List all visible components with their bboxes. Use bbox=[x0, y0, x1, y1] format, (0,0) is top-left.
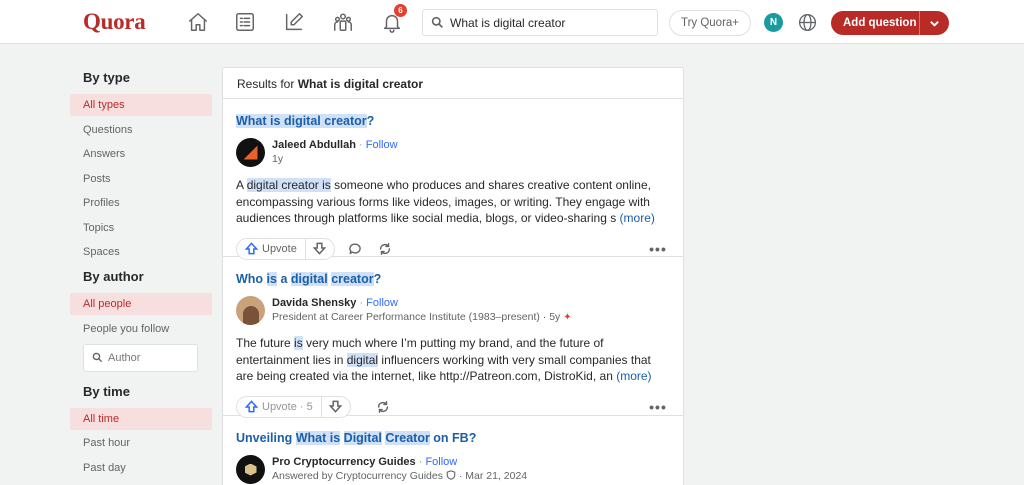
search-input[interactable] bbox=[450, 15, 650, 30]
filter-past-day[interactable]: Past day bbox=[70, 457, 212, 479]
answer-preview[interactable]: The future is very much where I’m puttin… bbox=[236, 335, 669, 385]
downvote-arrow-icon bbox=[329, 400, 343, 413]
more-options-icon[interactable]: ••• bbox=[647, 397, 669, 417]
notification-badge: 6 bbox=[394, 4, 407, 17]
filter-all-types[interactable]: All types bbox=[70, 94, 212, 116]
author-name[interactable]: Davida Shensky bbox=[272, 297, 356, 309]
more-options-icon[interactable]: ••• bbox=[647, 239, 669, 259]
notifications-bell-icon[interactable]: 6 bbox=[380, 4, 407, 34]
upvote-button[interactable]: Upvote · 5 bbox=[237, 395, 322, 418]
answer-date: · Mar 21, 2024 bbox=[458, 470, 528, 482]
filter-profiles[interactable]: Profiles bbox=[70, 192, 212, 214]
downvote-button[interactable] bbox=[306, 238, 334, 260]
spaces-icon[interactable] bbox=[331, 10, 355, 34]
answer-preview[interactable]: A digital creator is someone who produce… bbox=[236, 177, 669, 227]
filter-past-hour[interactable]: Past hour bbox=[70, 432, 212, 454]
question-title-link[interactable]: Unveiling What is Digital Creator on FB? bbox=[236, 430, 669, 446]
question-title-link[interactable]: What is digital creator? bbox=[236, 113, 669, 129]
filter-all-people[interactable]: All people bbox=[70, 293, 212, 315]
filter-answers[interactable]: Answers bbox=[70, 143, 212, 165]
answer-pencil-icon[interactable] bbox=[282, 10, 306, 34]
vote-group: Upvote bbox=[236, 237, 335, 260]
avatar-person-icon bbox=[242, 305, 259, 325]
upvote-arrow-icon bbox=[245, 242, 258, 255]
share-repost-icon[interactable] bbox=[375, 239, 395, 259]
more-link[interactable]: (more) bbox=[616, 369, 651, 383]
filter-posts[interactable]: Posts bbox=[70, 168, 212, 190]
results-header: Results for What is digital creator bbox=[223, 68, 683, 99]
follow-link[interactable]: Follow bbox=[425, 456, 457, 468]
results-prefix: Results for bbox=[237, 77, 295, 91]
filter-spaces[interactable]: Spaces bbox=[70, 241, 212, 263]
sparkle-icon: ✦ bbox=[563, 312, 572, 323]
avatar-hexagon-icon bbox=[244, 463, 257, 476]
upvote-arrow-icon bbox=[245, 400, 258, 413]
author-name[interactable]: Pro Cryptocurrency Guides bbox=[272, 456, 416, 468]
language-globe-icon[interactable] bbox=[797, 12, 818, 33]
search-filters-sidebar: By type All types Questions Answers Post… bbox=[70, 70, 212, 481]
try-quora-plus-button[interactable]: Try Quora+ bbox=[669, 10, 751, 36]
author-avatar[interactable] bbox=[236, 296, 265, 325]
search-results-panel: Results for What is digital creator What… bbox=[222, 67, 684, 485]
result-item: What is digital creator? Jaleed Abdullah… bbox=[223, 99, 683, 260]
upvote-button[interactable]: Upvote bbox=[237, 237, 306, 260]
follow-link[interactable]: Follow bbox=[366, 139, 398, 151]
comment-icon[interactable] bbox=[345, 239, 365, 259]
vote-group: Upvote · 5 bbox=[236, 395, 351, 418]
add-question-label: Add question bbox=[843, 17, 917, 29]
home-icon[interactable] bbox=[186, 10, 210, 34]
filter-all-time[interactable]: All time bbox=[70, 407, 212, 430]
upvote-label: Upvote bbox=[262, 242, 297, 255]
chevron-down-icon[interactable] bbox=[920, 18, 949, 29]
filter-people-you-follow[interactable]: People you follow bbox=[70, 318, 212, 340]
results-query: What is digital creator bbox=[297, 77, 424, 91]
author-avatar[interactable] bbox=[236, 455, 265, 484]
user-avatar[interactable]: N bbox=[764, 13, 783, 32]
answer-date: 1y bbox=[272, 153, 284, 165]
avatar-logo-icon bbox=[243, 145, 258, 160]
author-name[interactable]: Jaleed Abdullah bbox=[272, 139, 356, 151]
result-item: Unveiling What is Digital Creator on FB?… bbox=[223, 416, 683, 485]
author-search-box[interactable] bbox=[83, 343, 198, 372]
answered-by-text: Answered by Cryptocurrency Guides bbox=[272, 470, 443, 482]
filter-topics[interactable]: Topics bbox=[70, 217, 212, 239]
share-repost-icon[interactable] bbox=[373, 397, 393, 417]
by-author-title: By author bbox=[83, 269, 144, 284]
author-row: Davida Shensky · Follow President at Car… bbox=[236, 296, 669, 326]
by-time-title: By time bbox=[83, 383, 130, 399]
following-icon[interactable] bbox=[233, 10, 257, 34]
author-row: Jaleed Abdullah · Follow 1y bbox=[236, 138, 669, 168]
shield-icon bbox=[446, 470, 456, 480]
author-credential: President at Career Performance Institut… bbox=[272, 311, 561, 323]
author-avatar[interactable] bbox=[236, 138, 265, 167]
follow-link[interactable]: Follow bbox=[366, 297, 398, 309]
search-bar[interactable] bbox=[422, 9, 658, 36]
filter-questions[interactable]: Questions bbox=[70, 119, 212, 141]
result-item: Who is a digital creator? Davida Shensky… bbox=[223, 257, 683, 418]
by-type-title: By type bbox=[83, 70, 130, 85]
downvote-arrow-icon bbox=[313, 242, 327, 255]
top-nav-bar: Quora 6 Try Quora+ N Add question bbox=[0, 0, 1024, 44]
more-link[interactable]: (more) bbox=[620, 211, 655, 225]
author-row: Pro Cryptocurrency Guides · Follow Answe… bbox=[236, 455, 669, 485]
search-icon bbox=[92, 352, 103, 363]
upvote-label: Upvote · 5 bbox=[262, 400, 313, 413]
author-input[interactable] bbox=[108, 351, 193, 364]
question-title-link[interactable]: Who is a digital creator? bbox=[236, 271, 669, 287]
add-question-button[interactable]: Add question bbox=[831, 11, 949, 35]
downvote-button[interactable] bbox=[322, 396, 350, 418]
quora-logo[interactable]: Quora bbox=[83, 9, 146, 35]
search-icon bbox=[431, 16, 443, 28]
